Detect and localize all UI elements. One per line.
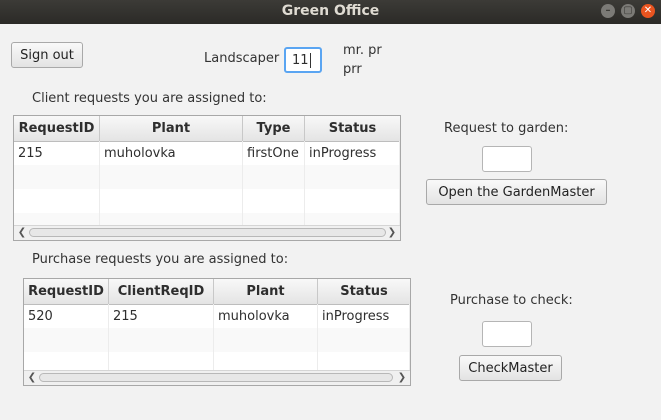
chevron-right-icon[interactable]: ❯ xyxy=(395,371,409,385)
client-requests-table[interactable]: RequestID Plant Type Status 215 muholovk… xyxy=(13,115,401,241)
checkmaster-button[interactable]: CheckMaster xyxy=(459,355,562,381)
garden-request-input[interactable] xyxy=(482,146,532,172)
landscaper-name-line2: prr xyxy=(343,62,362,77)
column-header[interactable]: Plant xyxy=(214,279,318,304)
purchase-label: Purchase to check: xyxy=(450,293,573,308)
table-header: RequestID Plant Type Status xyxy=(14,116,400,142)
table-row-empty xyxy=(14,189,400,213)
landscaper-label: Landscaper xyxy=(204,51,280,66)
table-row-empty xyxy=(24,328,410,352)
sign-out-button[interactable]: Sign out xyxy=(11,42,83,68)
landscaper-name-line1: mr. pr xyxy=(343,43,382,58)
table-cell: 215 xyxy=(14,141,100,165)
table-cell: 215 xyxy=(109,304,214,328)
garden-label: Request to garden: xyxy=(444,121,569,136)
minimize-icon[interactable]: – xyxy=(601,4,615,18)
text-cursor xyxy=(309,52,311,68)
table-row-empty xyxy=(14,165,400,189)
purchase-requests-heading: Purchase requests you are assigned to: xyxy=(32,252,289,267)
landscaper-id-value: 11 xyxy=(292,52,309,68)
column-header[interactable]: RequestID xyxy=(14,116,100,141)
scrollbar-thumb[interactable] xyxy=(39,373,393,382)
table-cell: inProgress xyxy=(305,141,400,165)
chevron-right-icon[interactable]: ❯ xyxy=(385,226,399,240)
column-header[interactable]: Type xyxy=(243,116,305,141)
column-header[interactable]: Status xyxy=(305,116,400,141)
purchase-check-input[interactable] xyxy=(482,321,532,347)
table-cell: inProgress xyxy=(318,304,410,328)
table-cell: muholovka xyxy=(214,304,318,328)
table-cell: firstOne xyxy=(243,141,305,165)
column-header[interactable]: Status xyxy=(318,279,410,304)
table-header: RequestID ClientReqID Plant Status xyxy=(24,279,410,305)
table-cell: 520 xyxy=(24,304,109,328)
table-cell: muholovka xyxy=(100,141,243,165)
column-header[interactable]: Plant xyxy=(100,116,243,141)
landscaper-id-input[interactable]: 11 xyxy=(284,47,322,73)
open-gardenmaster-button[interactable]: Open the GardenMaster xyxy=(426,179,607,205)
table-row[interactable]: 215 muholovka firstOne inProgress xyxy=(14,141,400,165)
window-titlebar[interactable]: Green Office – ▢ ✕ xyxy=(0,0,661,24)
maximize-icon[interactable]: ▢ xyxy=(621,4,635,18)
main-content: Sign out Landscaper 11 mr. pr prr Client… xyxy=(0,24,661,420)
chevron-left-icon[interactable]: ❮ xyxy=(25,371,39,385)
column-header[interactable]: ClientReqID xyxy=(109,279,214,304)
client-requests-heading: Client requests you are assigned to: xyxy=(32,91,267,106)
scrollbar-thumb[interactable] xyxy=(29,228,386,237)
horizontal-scrollbar[interactable]: ❮ ❯ xyxy=(24,370,410,385)
purchase-requests-table[interactable]: RequestID ClientReqID Plant Status 520 2… xyxy=(23,278,411,386)
chevron-left-icon[interactable]: ❮ xyxy=(15,226,29,240)
window-title: Green Office xyxy=(281,3,380,19)
table-row[interactable]: 520 215 muholovka inProgress xyxy=(24,304,410,328)
horizontal-scrollbar[interactable]: ❮ ❯ xyxy=(14,225,400,240)
column-header[interactable]: RequestID xyxy=(24,279,109,304)
close-icon[interactable]: ✕ xyxy=(641,4,655,18)
